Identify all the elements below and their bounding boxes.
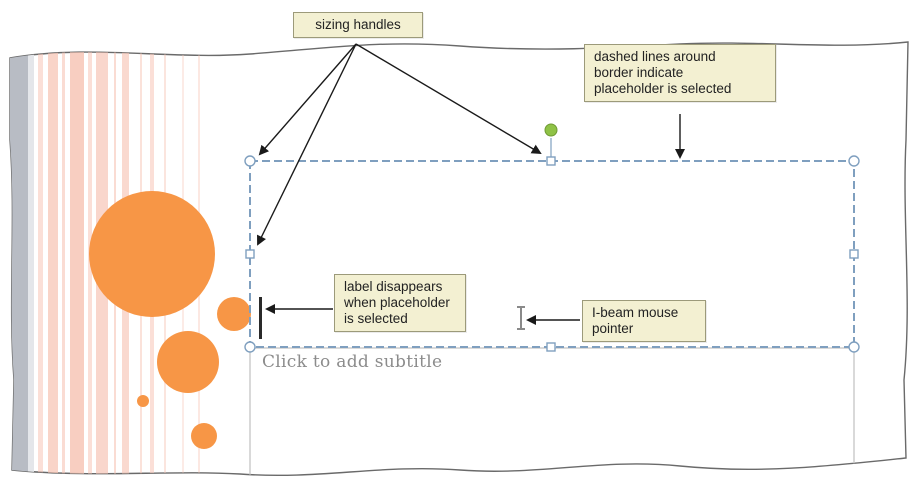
sizing-handle-top-left[interactable] [244,155,256,167]
callout-line: when placeholder [344,295,450,310]
text-insertion-cursor-icon [259,297,262,339]
callout-line: placeholder is selected [594,81,732,96]
sizing-handle-middle-left[interactable] [245,249,255,259]
callout-line: I-beam mouse [592,305,679,320]
sizing-handle-bottom-middle[interactable] [546,342,556,352]
callout-line: label disappears [344,279,443,294]
slide-screenshot [9,41,909,477]
callout-line: pointer [592,321,634,336]
callout-ibeam-pointer: I-beam mouse pointer [582,300,706,342]
callout-dashed-lines: dashed lines around border indicate plac… [584,44,776,102]
callout-line: is selected [344,311,408,326]
rotation-handle-icon[interactable] [544,123,558,137]
sizing-handle-middle-right[interactable] [849,249,859,259]
subtitle-placeholder-text[interactable]: Click to add subtitle [262,352,442,372]
callout-line: sizing handles [315,17,401,32]
callout-line: dashed lines around [594,49,716,64]
callout-line: border indicate [594,65,684,80]
sizing-handle-top-middle[interactable] [546,156,556,166]
callout-label-disappears: label disappears when placeholder is sel… [334,274,466,332]
sizing-handle-bottom-left[interactable] [244,341,256,353]
callout-sizing-handles: sizing handles [293,12,423,38]
sizing-handle-top-right[interactable] [848,155,860,167]
sizing-handle-bottom-right[interactable] [848,341,860,353]
